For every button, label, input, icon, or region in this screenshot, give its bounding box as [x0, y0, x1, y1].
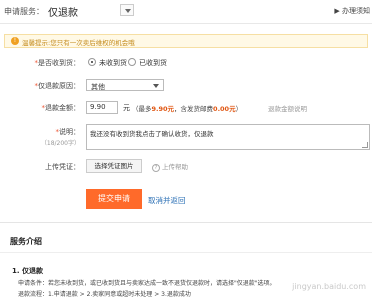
chevron-down-icon — [125, 9, 131, 13]
watermark: jingyan.baidu.com — [292, 282, 366, 291]
must-know-link[interactable]: ▶ 办理须知 — [334, 6, 370, 16]
desc-textarea[interactable]: 我还没有收到货我点击了确认收货，仅退款 — [86, 124, 370, 150]
amount-hint: （最多9.90元，含发货邮费0.00元） — [132, 105, 243, 113]
divider — [0, 222, 372, 223]
desc-counter: （18/200字） — [40, 140, 80, 147]
resize-grip-icon[interactable] — [362, 142, 368, 148]
service-value: 仅退款 — [48, 8, 78, 19]
chevron-down-icon — [153, 84, 159, 88]
desc-text: 我还没有收到货我点击了确认收货，仅退款 — [90, 130, 214, 138]
help-icon: ? — [152, 164, 160, 172]
radio-not-received-label: 未收到货 — [99, 59, 127, 67]
desc-label: *说明： — [55, 128, 81, 136]
received-label: *是否收到货： — [34, 59, 81, 67]
reason-value: 其他 — [91, 83, 105, 91]
amount-unit: 元 — [123, 104, 130, 112]
service-select[interactable] — [120, 4, 134, 16]
reason-label: *仅退款原因： — [34, 82, 81, 90]
warning-icon: ! — [11, 37, 19, 45]
cancel-link[interactable]: 取消并返回 — [148, 195, 186, 206]
divider — [0, 252, 372, 253]
warning-banner: ! 温馨提示:您只有一次卖后维权的机会哦 — [4, 34, 368, 48]
amount-explain-link[interactable]: 退款金额说明 — [268, 103, 307, 113]
section-title: 服务介绍 — [10, 237, 42, 246]
radio-not-received[interactable] — [88, 58, 96, 66]
item-title: 1. 仅退款 — [12, 267, 43, 275]
upload-button[interactable]: 选择凭证图片 — [86, 159, 142, 173]
radio-received[interactable] — [128, 58, 136, 66]
service-label: 申请服务： — [4, 7, 44, 16]
radio-received-label: 已收到货 — [139, 59, 167, 67]
amount-label: *退款金额： — [41, 104, 81, 112]
warning-text: 温馨提示:您只有一次卖后维权的机会哦 — [22, 39, 135, 47]
item-line: 申请条件：若您未收到货，或已收到货且与卖家达成一致不退货仅退款时，请选择"仅退款… — [18, 280, 276, 287]
upload-help[interactable]: ? 上传帮助 — [152, 161, 188, 172]
upload-label: 上传凭证： — [45, 163, 80, 171]
submit-button[interactable]: 提交申请 — [86, 189, 142, 209]
reason-select[interactable]: 其他 — [86, 79, 164, 91]
amount-input[interactable]: 9.90 — [86, 101, 118, 114]
service-header: 申请服务： 仅退款 ▶ 办理须知 — [0, 0, 372, 24]
item-line: 退款流程：1.申请退款 > 2.卖家同意或超时未处理 > 3.退款成功 — [18, 291, 191, 298]
